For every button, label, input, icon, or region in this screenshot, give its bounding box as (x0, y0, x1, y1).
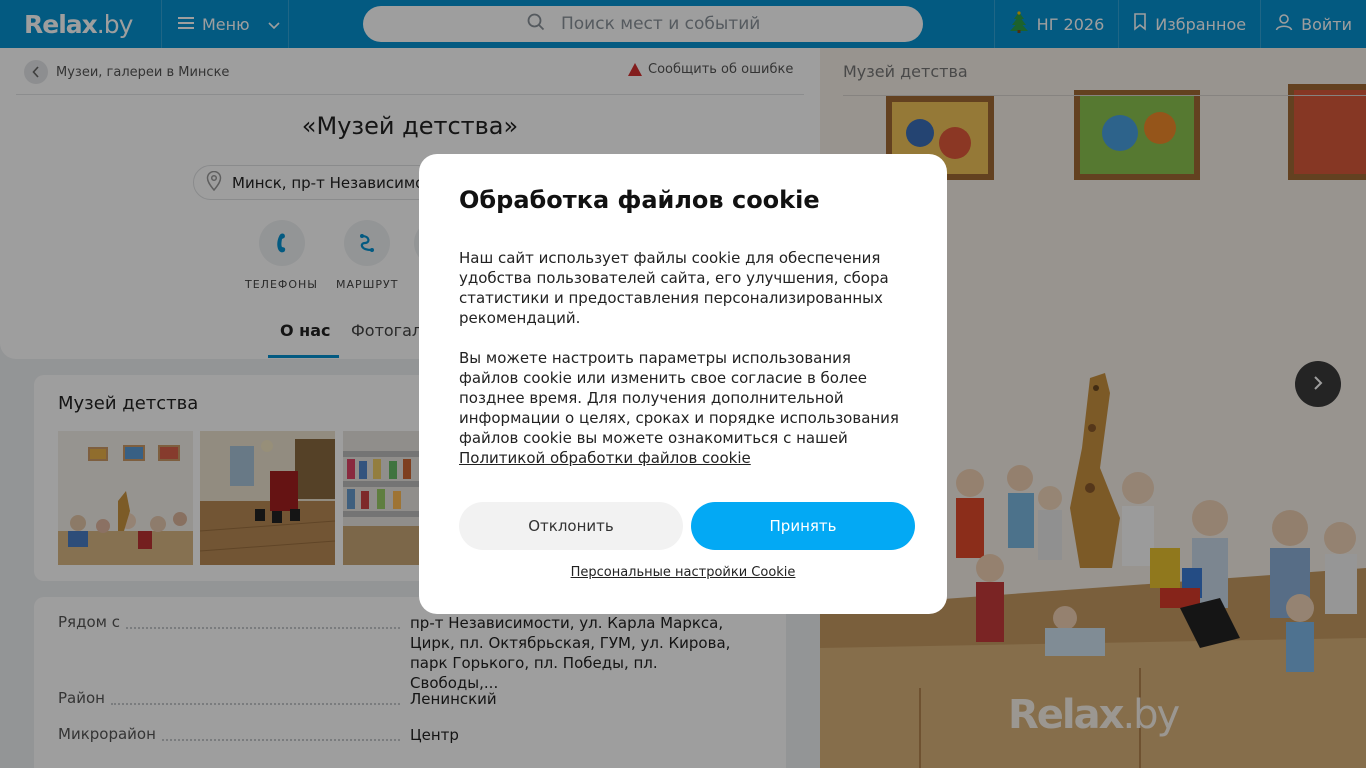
cookie-paragraph-2-text: Вы можете настроить параметры использова… (459, 349, 899, 447)
cookie-paragraph-2: Вы можете настроить параметры использова… (459, 348, 907, 468)
cookie-policy-link[interactable]: Политикой обработки файлов cookie (459, 448, 907, 468)
cookie-settings-link[interactable]: Персональные настройки Cookie (419, 565, 947, 580)
accept-button[interactable]: Принять (691, 502, 915, 550)
cookie-button-row: Отклонить Принять (459, 502, 915, 550)
cookie-consent-dialog: Обработка файлов cookie Наш сайт использ… (419, 154, 947, 614)
decline-button[interactable]: Отклонить (459, 502, 683, 550)
cookie-paragraph-1: Наш сайт использует файлы cookie для обе… (459, 249, 889, 327)
cookie-dialog-title: Обработка файлов cookie (459, 186, 820, 214)
